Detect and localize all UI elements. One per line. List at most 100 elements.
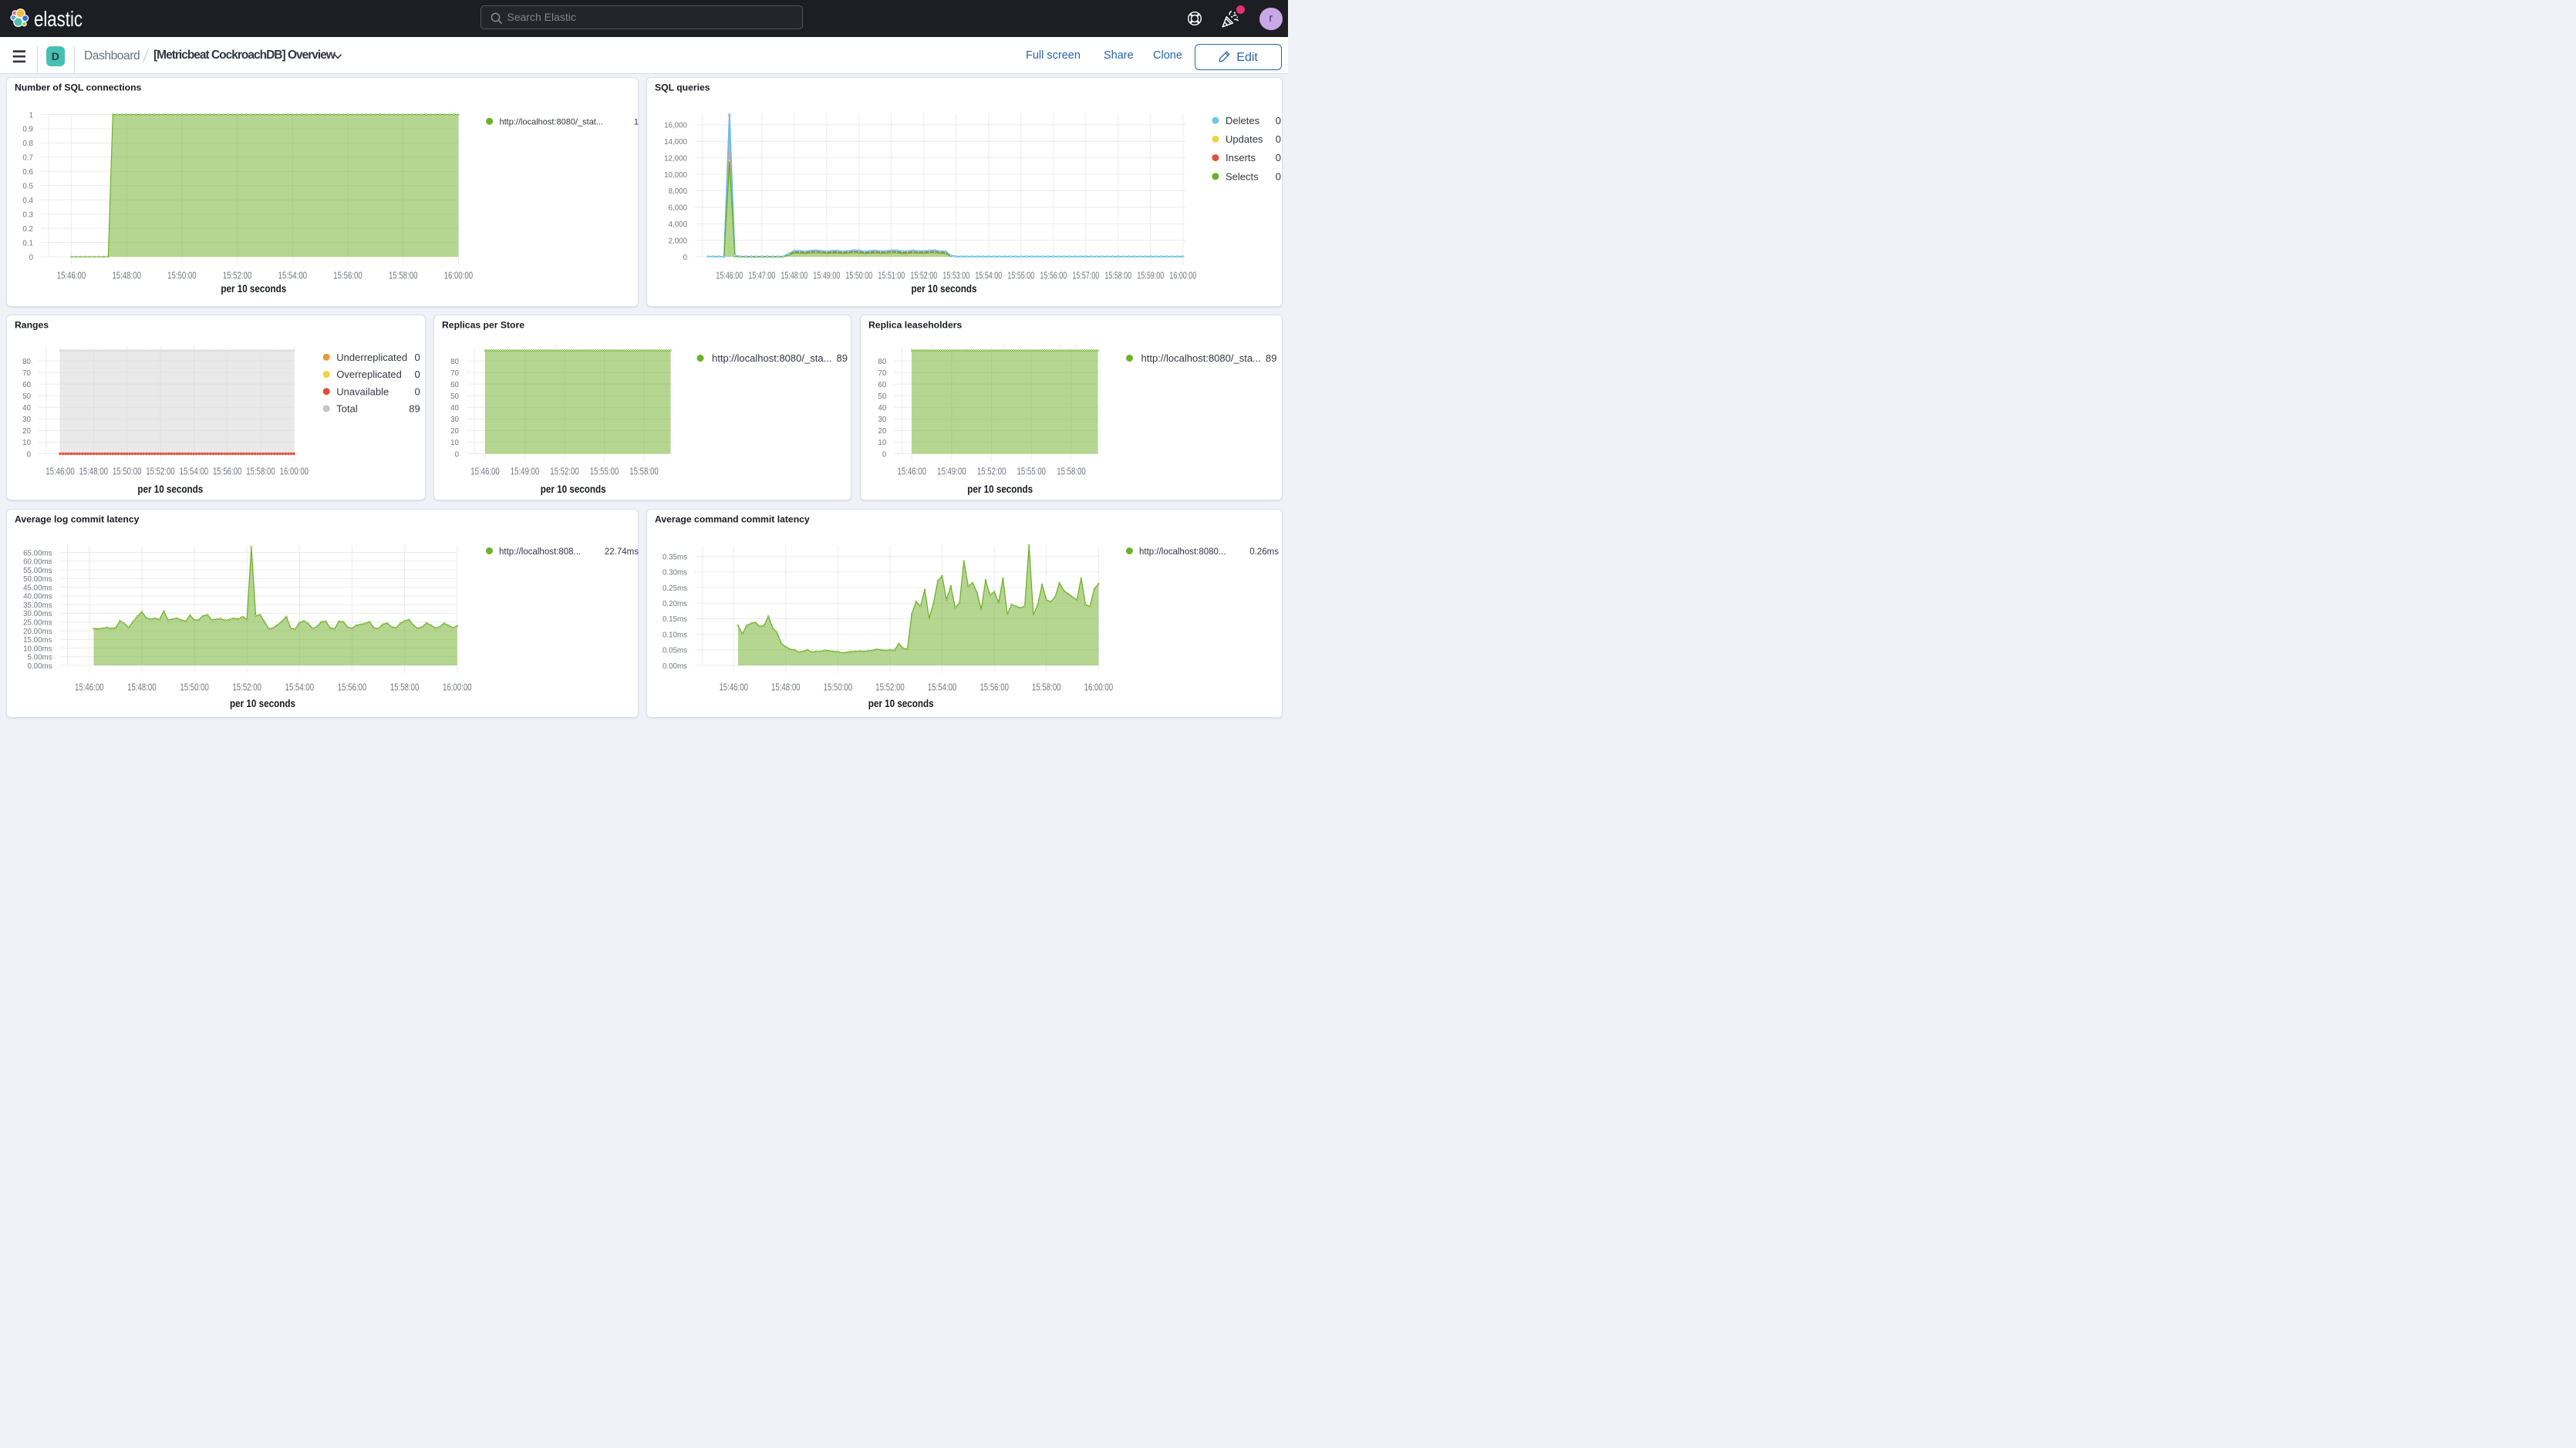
- svg-text:15:54:00: 15:54:00: [278, 270, 308, 281]
- svg-text:0: 0: [1276, 152, 1281, 163]
- svg-text:15:50:00: 15:50:00: [113, 466, 142, 476]
- svg-text:15:53:00: 15:53:00: [942, 270, 969, 281]
- svg-text:15:52:00: 15:52:00: [550, 466, 579, 476]
- svg-text:per 10 seconds: per 10 seconds: [137, 483, 203, 495]
- svg-text:0: 0: [29, 252, 34, 261]
- svg-text:0.2: 0.2: [22, 224, 33, 233]
- svg-text:0.15ms: 0.15ms: [663, 615, 687, 624]
- svg-text:1: 1: [634, 117, 639, 126]
- svg-text:15:50:00: 15:50:00: [180, 682, 209, 692]
- svg-text:per 10 seconds: per 10 seconds: [967, 483, 1033, 495]
- svg-text:0: 0: [1276, 133, 1281, 145]
- svg-text:15:52:00: 15:52:00: [976, 466, 1006, 476]
- svg-text:40: 40: [22, 403, 31, 413]
- svg-text:10.00ms: 10.00ms: [23, 644, 52, 653]
- svg-text:Unavailable: Unavailable: [336, 386, 389, 397]
- svg-text:Replica leaseholders: Replica leaseholders: [868, 319, 962, 330]
- svg-text:15:58:00: 15:58:00: [390, 682, 420, 692]
- svg-text:0: 0: [882, 450, 886, 459]
- svg-text:15:58:00: 15:58:00: [1104, 270, 1131, 281]
- svg-text:16:00:00: 16:00:00: [443, 682, 472, 692]
- svg-text:15:47:00: 15:47:00: [748, 270, 775, 281]
- svg-text:15:46:00: 15:46:00: [46, 466, 75, 476]
- svg-text:http://localhost:8080...: http://localhost:8080...: [1139, 547, 1226, 556]
- svg-text:15:55:00: 15:55:00: [590, 466, 619, 476]
- svg-text:Deletes: Deletes: [1226, 114, 1260, 126]
- svg-text:15:49:00: 15:49:00: [813, 270, 840, 281]
- svg-text:per 10 seconds: per 10 seconds: [868, 698, 934, 709]
- svg-text:2,000: 2,000: [669, 236, 688, 245]
- svg-text:0.00ms: 0.00ms: [28, 661, 52, 670]
- svg-text:15:50:00: 15:50:00: [824, 682, 853, 692]
- svg-text:15:56:00: 15:56:00: [979, 682, 1009, 692]
- svg-text:80: 80: [450, 356, 459, 365]
- svg-text:15:52:00: 15:52:00: [223, 270, 252, 281]
- svg-text:20: 20: [22, 426, 31, 436]
- svg-text:0: 0: [27, 450, 32, 459]
- svg-text:Number of SQL connections: Number of SQL connections: [15, 82, 142, 93]
- svg-text:15:56:00: 15:56:00: [1040, 270, 1067, 281]
- svg-text:0.30ms: 0.30ms: [663, 567, 687, 577]
- svg-text:15:49:00: 15:49:00: [937, 466, 966, 476]
- svg-text:Overreplicated: Overreplicated: [336, 369, 402, 380]
- svg-text:0.8: 0.8: [22, 139, 33, 148]
- svg-text:80: 80: [878, 356, 886, 365]
- svg-text:15:50:00: 15:50:00: [845, 270, 872, 281]
- svg-text:0: 0: [414, 386, 420, 397]
- svg-text:Average log commit latency: Average log commit latency: [15, 514, 140, 524]
- svg-text:0: 0: [414, 369, 420, 380]
- svg-text:10: 10: [450, 438, 459, 447]
- svg-text:http://localhost:8080/_sta...: http://localhost:8080/_sta...: [1141, 352, 1260, 364]
- svg-text:per 10 seconds: per 10 seconds: [541, 483, 606, 495]
- svg-text:30: 30: [878, 415, 886, 424]
- svg-text:15.00ms: 15.00ms: [23, 635, 52, 645]
- svg-text:Updates: Updates: [1226, 133, 1263, 145]
- svg-text:15:52:00: 15:52:00: [232, 682, 261, 692]
- svg-text:50.00ms: 50.00ms: [23, 574, 52, 584]
- svg-text:65.00ms: 65.00ms: [23, 548, 52, 557]
- svg-text:Selects: Selects: [1226, 170, 1259, 182]
- svg-text:15:46:00: 15:46:00: [897, 466, 926, 476]
- svg-text:15:46:00: 15:46:00: [470, 466, 500, 476]
- svg-text:15:59:00: 15:59:00: [1137, 270, 1164, 281]
- svg-text:15:48:00: 15:48:00: [771, 682, 801, 692]
- svg-text:0.3: 0.3: [22, 210, 33, 219]
- svg-text:60: 60: [450, 379, 459, 389]
- svg-text:35.00ms: 35.00ms: [23, 601, 52, 610]
- svg-text:0.00ms: 0.00ms: [663, 661, 687, 670]
- svg-text:http://localhost:8080/_sta...: http://localhost:8080/_sta...: [712, 352, 831, 364]
- svg-text:50: 50: [878, 392, 886, 401]
- svg-text:89: 89: [409, 402, 420, 414]
- svg-text:6,000: 6,000: [669, 203, 688, 212]
- svg-text:70: 70: [878, 368, 886, 377]
- svg-text:15:46:00: 15:46:00: [75, 682, 104, 692]
- svg-text:SQL queries: SQL queries: [655, 82, 710, 93]
- svg-text:4,000: 4,000: [669, 220, 688, 229]
- svg-text:0: 0: [1276, 170, 1281, 182]
- svg-text:0: 0: [683, 252, 688, 261]
- svg-text:10: 10: [22, 438, 31, 447]
- svg-text:50: 50: [450, 392, 459, 401]
- svg-text:elastic: elastic: [34, 8, 83, 31]
- svg-text:15:58:00: 15:58:00: [1032, 682, 1061, 692]
- svg-text:10,000: 10,000: [664, 170, 687, 179]
- svg-text:15:56:00: 15:56:00: [338, 682, 367, 692]
- svg-text:60.00ms: 60.00ms: [23, 557, 52, 566]
- svg-text:60: 60: [22, 379, 31, 389]
- svg-text:55.00ms: 55.00ms: [23, 565, 52, 574]
- svg-text:Average command commit latency: Average command commit latency: [655, 514, 810, 524]
- svg-text:16:00:00: 16:00:00: [444, 270, 474, 281]
- svg-text:15:57:00: 15:57:00: [1072, 270, 1099, 281]
- svg-text:0.20ms: 0.20ms: [663, 599, 687, 608]
- svg-text:20: 20: [878, 426, 886, 436]
- svg-text:15:56:00: 15:56:00: [333, 270, 362, 281]
- svg-text:http://localhost:8080/_stat...: http://localhost:8080/_stat...: [500, 117, 604, 126]
- svg-text:30: 30: [22, 415, 31, 424]
- svg-text:20: 20: [450, 426, 459, 436]
- svg-text:0: 0: [455, 450, 460, 459]
- svg-text:0: 0: [1276, 114, 1281, 126]
- svg-text:30: 30: [450, 415, 459, 424]
- svg-text:80: 80: [22, 356, 31, 365]
- svg-text:30.00ms: 30.00ms: [23, 609, 52, 618]
- svg-text:15:46:00: 15:46:00: [719, 682, 748, 692]
